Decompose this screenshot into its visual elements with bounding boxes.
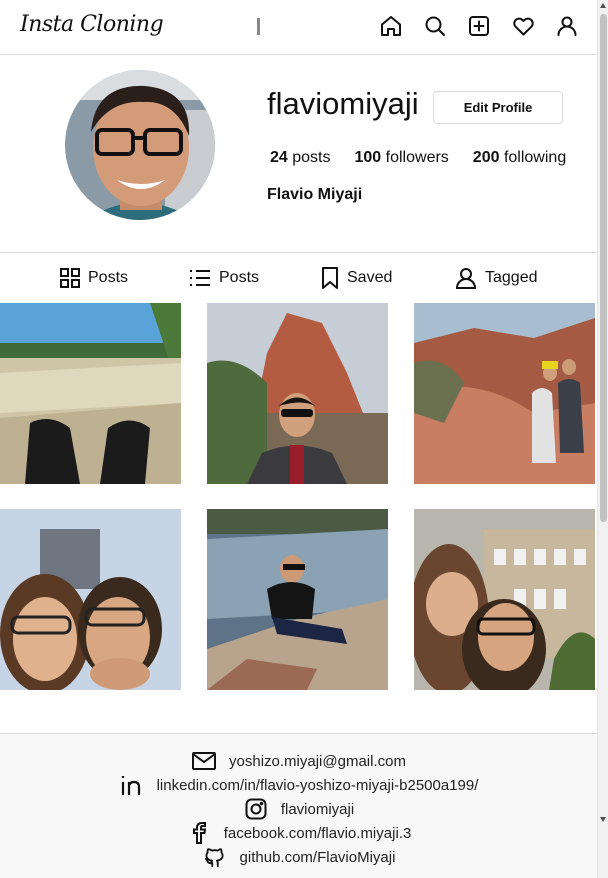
vertical-scrollbar[interactable] — [597, 0, 608, 878]
following-stat[interactable]: 200 following — [473, 149, 566, 167]
heart-icon[interactable] — [510, 13, 536, 39]
posts-count: 24 — [270, 149, 288, 166]
edit-profile-button[interactable]: Edit Profile — [433, 91, 563, 124]
profile-avatar[interactable] — [65, 70, 215, 220]
profile-stats: 24 posts 100 followers 200 following — [270, 149, 590, 167]
facebook-icon — [186, 821, 212, 845]
post-thumbnail[interactable] — [414, 303, 595, 484]
linkedin-icon — [119, 773, 145, 797]
post-thumbnail[interactable] — [0, 303, 181, 484]
new-post-icon[interactable] — [466, 13, 492, 39]
instagram-icon — [243, 797, 269, 821]
post-thumbnail[interactable] — [207, 303, 388, 484]
nav-icons — [378, 13, 580, 39]
divider — [0, 252, 597, 253]
bookmark-icon — [322, 267, 338, 289]
tab-label: Posts — [219, 269, 260, 286]
contact-email[interactable]: yoshizo.miyaji@gmail.com — [0, 749, 597, 773]
posts-label: posts — [292, 149, 331, 166]
profile-username: flaviomiyaji — [267, 86, 419, 121]
user-tag-icon — [455, 268, 477, 289]
instagram-text: flaviomiyaji — [280, 800, 355, 818]
tab-label: Tagged — [485, 269, 538, 286]
followers-stat[interactable]: 100 followers — [355, 149, 449, 167]
scroll-down-arrow-icon[interactable] — [600, 817, 606, 822]
followers-count: 100 — [354, 149, 382, 166]
tab-tagged[interactable]: Tagged — [455, 262, 538, 294]
app-logo[interactable]: Insta Cloning — [20, 12, 164, 37]
scrollbar-thumb[interactable] — [600, 14, 607, 522]
github-icon — [202, 845, 228, 869]
post-thumbnail[interactable] — [0, 509, 181, 690]
linkedin-text: linkedin.com/in/flavio-yoshizo-miyaji-b2… — [156, 776, 479, 794]
user-icon[interactable] — [554, 13, 580, 39]
contact-github[interactable]: github.com/FlavioMiyaji — [0, 845, 597, 869]
home-icon[interactable] — [378, 13, 404, 39]
grid-icon — [60, 268, 80, 288]
post-thumbnail[interactable] — [414, 509, 595, 690]
profile-tabs: Posts Posts Saved Tagged — [0, 262, 597, 294]
scroll-up-arrow-icon[interactable] — [600, 3, 606, 8]
facebook-text: facebook.com/flavio.miyaji.3 — [223, 824, 412, 842]
tab-label: Posts — [88, 269, 129, 286]
followers-label: followers — [385, 149, 449, 166]
following-count: 200 — [472, 149, 500, 166]
top-navbar: Insta Cloning — [0, 0, 597, 55]
tab-saved[interactable]: Saved — [321, 262, 392, 294]
posts-stat[interactable]: 24 posts — [270, 149, 331, 167]
text-cursor — [257, 18, 260, 35]
email-text: yoshizo.miyaji@gmail.com — [229, 752, 406, 770]
post-thumbnail[interactable] — [207, 509, 388, 690]
tab-label: Saved — [347, 269, 393, 286]
contact-facebook[interactable]: facebook.com/flavio.miyaji.3 — [0, 821, 597, 845]
following-label: following — [503, 149, 567, 166]
contact-linkedin[interactable]: linkedin.com/in/flavio-yoshizo-miyaji-b2… — [0, 773, 597, 797]
profile-full-name: Flavio Miyaji — [267, 186, 363, 203]
list-icon — [190, 270, 210, 286]
github-text: github.com/FlavioMiyaji — [239, 848, 396, 866]
tab-posts-grid[interactable]: Posts — [60, 262, 128, 294]
contact-instagram[interactable]: flaviomiyaji — [0, 797, 597, 821]
tab-posts-list[interactable]: Posts — [189, 262, 259, 294]
mail-icon — [191, 749, 217, 773]
search-icon[interactable] — [422, 13, 448, 39]
